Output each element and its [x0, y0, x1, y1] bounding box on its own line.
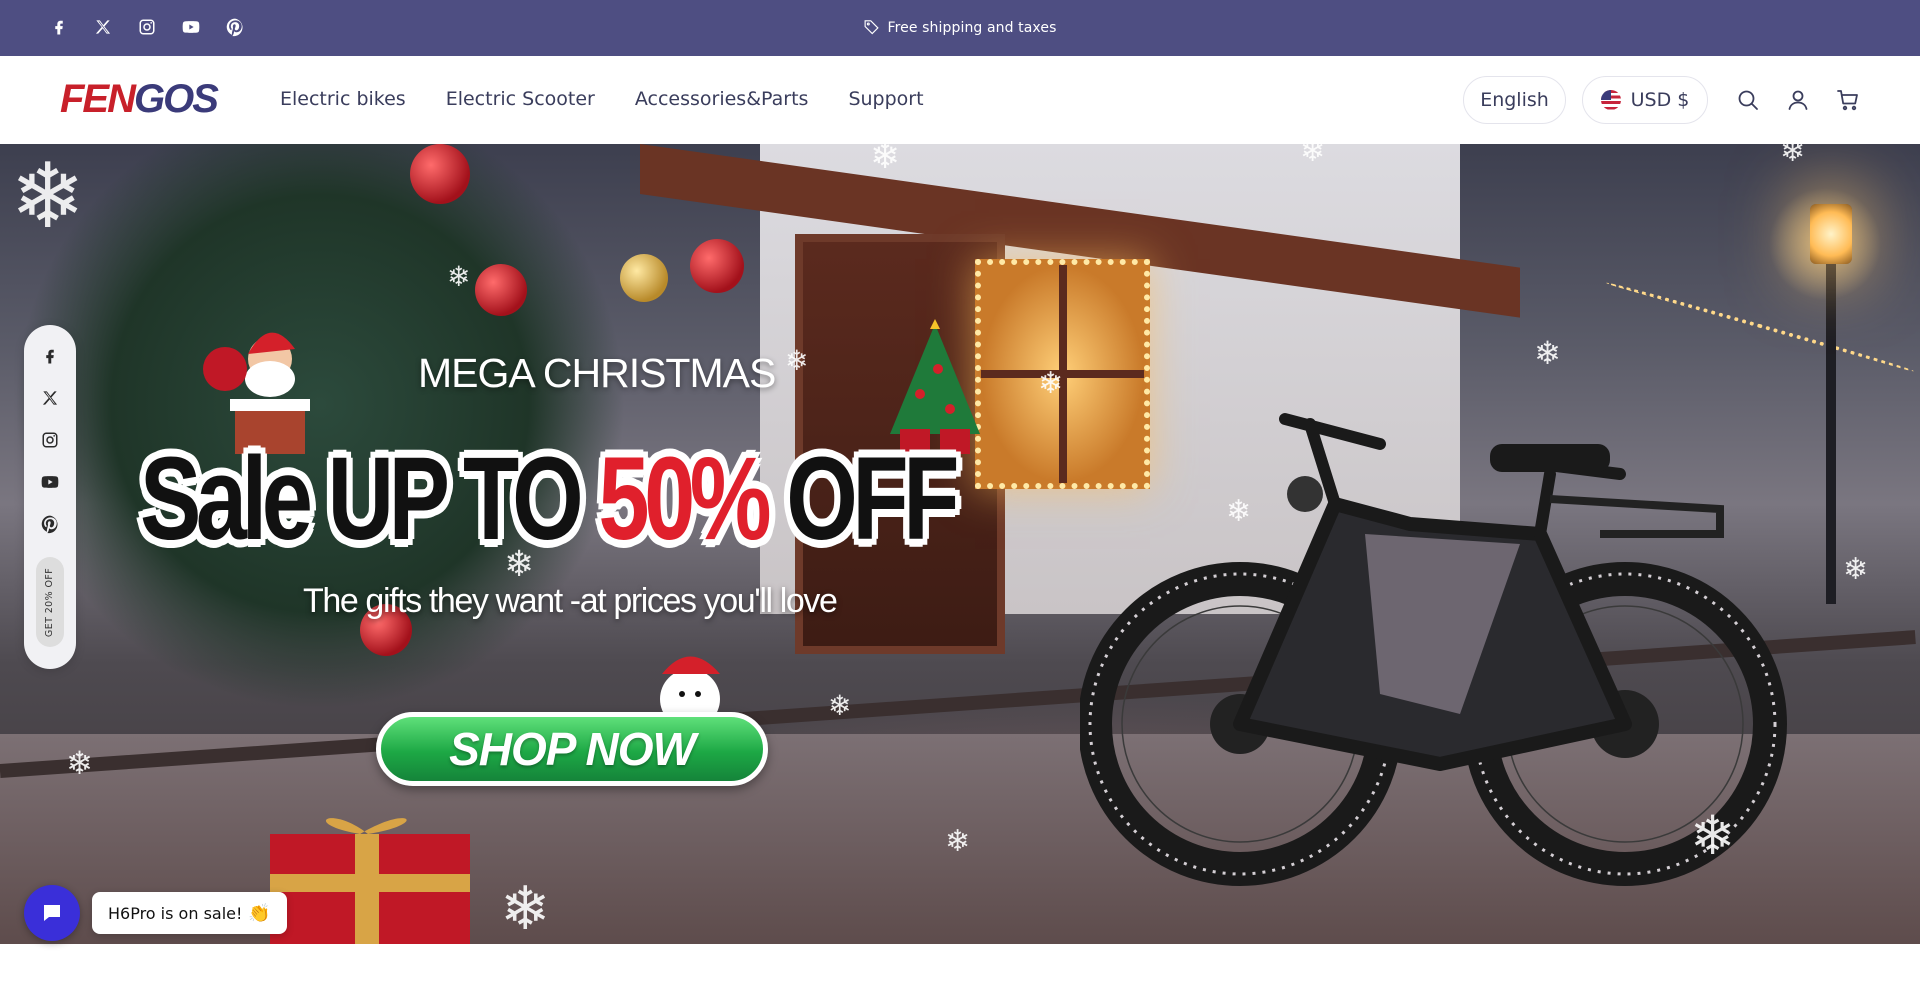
headline-accent: 50% [598, 433, 771, 565]
language-label: English [1480, 89, 1549, 111]
site-header: FEN GOS Electric bikes Electric Scooter … [0, 56, 1920, 144]
pinterest-icon[interactable] [40, 514, 60, 534]
instagram-icon[interactable] [40, 430, 60, 450]
snowflake-icon: ❄ [447, 260, 471, 293]
snowflake-icon: ❄ [1780, 144, 1806, 169]
cart-icon[interactable] [1834, 86, 1862, 114]
shop-now-label: SHOP NOW [449, 723, 696, 775]
snowflake-icon: ❄ [1300, 144, 1326, 169]
snowflake-icon: ❄ [66, 744, 93, 782]
snowflake-icon: ❄ [1534, 334, 1561, 372]
main-nav: Electric bikes Electric Scooter Accessor… [280, 88, 924, 110]
hero-headline: Sale UP TO 50% OFF [140, 433, 959, 565]
ornament [620, 254, 668, 302]
discount-tab-label: GET 20% OFF [44, 567, 56, 637]
snowflake-icon: ❄ [500, 874, 551, 944]
facebook-icon[interactable] [40, 346, 60, 366]
ornament [410, 144, 470, 204]
hero-subtitle: The gifts they want -at prices you'll lo… [303, 582, 838, 620]
announcement-text: Free shipping and taxes [887, 20, 1057, 36]
account-icon[interactable] [1784, 86, 1812, 114]
snowflake-icon: ❄ [785, 344, 809, 377]
snowflake-icon: ❄ [1038, 366, 1064, 401]
search-icon[interactable] [1734, 86, 1762, 114]
hero-banner[interactable]: ❄ ❄ ❄ ❄ ❄ ❄ ❄ ❄ ❄ ❄ ❄ ❄ ❄ ❄ ❄ ❄ MEGA CHR… [0, 144, 1920, 944]
svg-text:GOS: GOS [134, 77, 219, 120]
nav-electric-scooter[interactable]: Electric Scooter [446, 88, 595, 110]
brand-logo[interactable]: FEN GOS [60, 76, 221, 121]
discount-tab[interactable]: GET 20% OFF [36, 557, 64, 647]
snowflake-icon: ❄ [870, 144, 901, 177]
ornament [690, 239, 744, 293]
string-lights [1605, 280, 1915, 374]
hero-eyebrow: MEGA CHRISTMAS [418, 350, 776, 396]
nav-support[interactable]: Support [848, 88, 923, 110]
us-flag-icon [1600, 90, 1621, 110]
chat-bubble-icon [44, 905, 60, 921]
currency-label: USD $ [1630, 89, 1690, 111]
price-tag-icon [863, 18, 880, 39]
gift-box [270, 818, 470, 944]
language-selector[interactable]: English [1463, 76, 1566, 124]
ornament [475, 264, 527, 316]
chat-button[interactable] [24, 885, 80, 941]
headline-start: Sale UP TO [140, 433, 599, 565]
snowflake-icon: ❄ [1226, 494, 1252, 529]
nav-accessories-parts[interactable]: Accessories&Parts [635, 88, 809, 110]
clapping-hands-icon: 👏 [248, 902, 271, 924]
snowflake-icon: ❄ [828, 689, 852, 722]
x-icon[interactable] [40, 388, 60, 408]
announcement-message: Free shipping and taxes [0, 18, 1920, 39]
nav-electric-bikes[interactable]: Electric bikes [280, 88, 406, 110]
snowflake-icon: ❄ [1843, 552, 1869, 587]
youtube-icon[interactable] [40, 472, 60, 492]
social-sidebar: GET 20% OFF [24, 325, 76, 669]
svg-text:FEN: FEN [60, 77, 137, 120]
chat-prompt-text: H6Pro is on sale! [108, 903, 243, 923]
headline-end: OFF [766, 433, 959, 565]
snowflake-icon: ❄ [1690, 804, 1736, 867]
snowflake-icon: ❄ [945, 824, 971, 859]
chat-prompt[interactable]: H6Pro is on sale! 👏 [92, 892, 287, 934]
shop-now-button[interactable]: SHOP NOW [376, 712, 768, 786]
snowflake-icon: ❄ [10, 144, 86, 249]
announcement-bar: Free shipping and taxes [0, 0, 1920, 56]
street-lamp [1810, 184, 1852, 604]
currency-selector[interactable]: USD $ [1582, 76, 1708, 124]
